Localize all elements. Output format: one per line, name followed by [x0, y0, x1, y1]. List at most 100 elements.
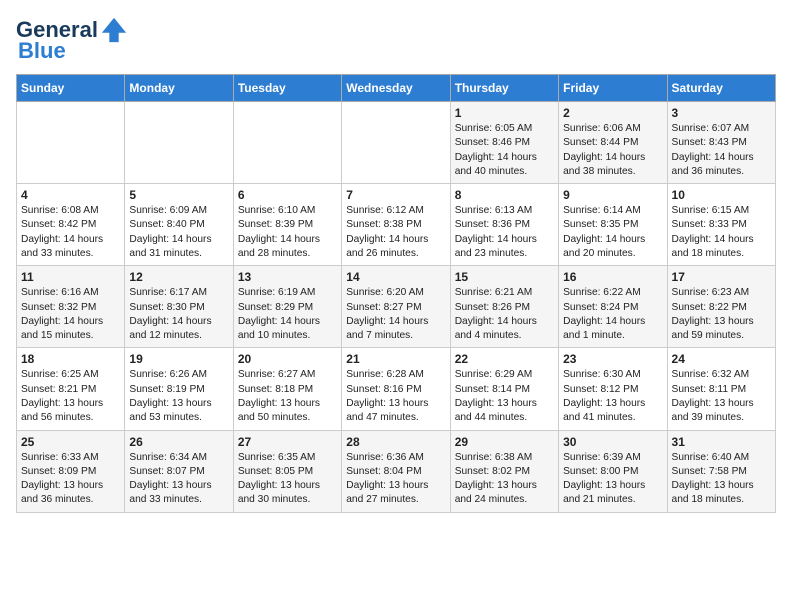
- col-header-monday: Monday: [125, 75, 233, 102]
- calendar-cell: 14 Sunrise: 6:20 AM Sunset: 8:27 PM Dayli…: [342, 266, 450, 348]
- day-number: 22: [455, 352, 554, 366]
- day-info: Sunrise: 6:15 AM Sunset: 8:33 PM Dayligh…: [672, 204, 771, 261]
- col-header-saturday: Saturday: [667, 75, 775, 102]
- day-number: 3: [672, 106, 771, 120]
- day-info: Sunrise: 6:35 AM Sunset: 8:05 PM Dayligh…: [238, 451, 337, 508]
- day-number: 21: [346, 352, 445, 366]
- calendar-cell: 8 Sunrise: 6:13 AM Sunset: 8:36 PM Daylig…: [450, 184, 558, 266]
- day-info: Sunrise: 6:27 AM Sunset: 8:18 PM Dayligh…: [238, 368, 337, 425]
- day-number: 19: [129, 352, 228, 366]
- calendar-cell: 23 Sunrise: 6:30 AM Sunset: 8:12 PM Dayli…: [559, 348, 667, 430]
- day-number: 28: [346, 435, 445, 449]
- day-number: 4: [21, 188, 120, 202]
- calendar-cell: 3 Sunrise: 6:07 AM Sunset: 8:43 PM Daylig…: [667, 102, 775, 184]
- calendar-cell: 15 Sunrise: 6:21 AM Sunset: 8:26 PM Dayli…: [450, 266, 558, 348]
- calendar-cell: 16 Sunrise: 6:22 AM Sunset: 8:24 PM Dayli…: [559, 266, 667, 348]
- logo-icon: [100, 16, 128, 44]
- day-info: Sunrise: 6:07 AM Sunset: 8:43 PM Dayligh…: [672, 122, 771, 179]
- day-number: 18: [21, 352, 120, 366]
- day-info: Sunrise: 6:40 AM Sunset: 7:58 PM Dayligh…: [672, 451, 771, 508]
- calendar-cell: 1 Sunrise: 6:05 AM Sunset: 8:46 PM Daylig…: [450, 102, 558, 184]
- day-number: 23: [563, 352, 662, 366]
- day-info: Sunrise: 6:12 AM Sunset: 8:38 PM Dayligh…: [346, 204, 445, 261]
- logo: General Blue: [16, 16, 128, 64]
- day-number: 2: [563, 106, 662, 120]
- day-number: 14: [346, 270, 445, 284]
- col-header-sunday: Sunday: [17, 75, 125, 102]
- day-info: Sunrise: 6:25 AM Sunset: 8:21 PM Dayligh…: [21, 368, 120, 425]
- day-number: 24: [672, 352, 771, 366]
- col-header-thursday: Thursday: [450, 75, 558, 102]
- calendar-cell: 2 Sunrise: 6:06 AM Sunset: 8:44 PM Daylig…: [559, 102, 667, 184]
- day-info: Sunrise: 6:39 AM Sunset: 8:00 PM Dayligh…: [563, 451, 662, 508]
- day-info: Sunrise: 6:22 AM Sunset: 8:24 PM Dayligh…: [563, 286, 662, 343]
- day-number: 15: [455, 270, 554, 284]
- calendar-cell: 19Sunrise: 6:26 AM Sunset: 8:19 PM Dayli…: [125, 348, 233, 430]
- calendar-cell: 12 Sunrise: 6:17 AM Sunset: 8:30 PM Dayli…: [125, 266, 233, 348]
- day-number: 16: [563, 270, 662, 284]
- day-info: Sunrise: 6:30 AM Sunset: 8:12 PM Dayligh…: [563, 368, 662, 425]
- calendar-week-row: 1 Sunrise: 6:05 AM Sunset: 8:46 PM Daylig…: [17, 102, 776, 184]
- calendar-cell: [125, 102, 233, 184]
- calendar-cell: 30 Sunrise: 6:39 AM Sunset: 8:00 PM Dayli…: [559, 430, 667, 512]
- calendar-cell: 25 Sunrise: 6:33 AM Sunset: 8:09 PM Dayli…: [17, 430, 125, 512]
- calendar-cell: [233, 102, 341, 184]
- day-info: Sunrise: 6:28 AM Sunset: 8:16 PM Dayligh…: [346, 368, 445, 425]
- calendar-cell: 17Sunrise: 6:23 AM Sunset: 8:22 PM Dayli…: [667, 266, 775, 348]
- calendar-cell: 6Sunrise: 6:10 AM Sunset: 8:39 PM Daylig…: [233, 184, 341, 266]
- page-header: General Blue: [16, 16, 776, 64]
- calendar-cell: 18 Sunrise: 6:25 AM Sunset: 8:21 PM Dayli…: [17, 348, 125, 430]
- day-info: Sunrise: 6:14 AM Sunset: 8:35 PM Dayligh…: [563, 204, 662, 261]
- calendar-week-row: 4 Sunrise: 6:08 AM Sunset: 8:42 PM Daylig…: [17, 184, 776, 266]
- day-number: 31: [672, 435, 771, 449]
- day-number: 26: [129, 435, 228, 449]
- col-header-friday: Friday: [559, 75, 667, 102]
- calendar-cell: 4 Sunrise: 6:08 AM Sunset: 8:42 PM Daylig…: [17, 184, 125, 266]
- calendar-cell: 31 Sunrise: 6:40 AM Sunset: 7:58 PM Dayli…: [667, 430, 775, 512]
- day-info: Sunrise: 6:09 AM Sunset: 8:40 PM Dayligh…: [129, 204, 228, 261]
- day-info: Sunrise: 6:29 AM Sunset: 8:14 PM Dayligh…: [455, 368, 554, 425]
- day-info: Sunrise: 6:08 AM Sunset: 8:42 PM Dayligh…: [21, 204, 120, 261]
- calendar-header-row: SundayMondayTuesdayWednesdayThursdayFrid…: [17, 75, 776, 102]
- day-info: Sunrise: 6:33 AM Sunset: 8:09 PM Dayligh…: [21, 451, 120, 508]
- day-number: 13: [238, 270, 337, 284]
- day-info: Sunrise: 6:05 AM Sunset: 8:46 PM Dayligh…: [455, 122, 554, 179]
- day-info: Sunrise: 6:21 AM Sunset: 8:26 PM Dayligh…: [455, 286, 554, 343]
- day-number: 5: [129, 188, 228, 202]
- day-number: 20: [238, 352, 337, 366]
- day-info: Sunrise: 6:06 AM Sunset: 8:44 PM Dayligh…: [563, 122, 662, 179]
- day-number: 30: [563, 435, 662, 449]
- calendar-cell: 29 Sunrise: 6:38 AM Sunset: 8:02 PM Dayli…: [450, 430, 558, 512]
- calendar-cell: 21 Sunrise: 6:28 AM Sunset: 8:16 PM Dayli…: [342, 348, 450, 430]
- day-number: 11: [21, 270, 120, 284]
- calendar-week-row: 25 Sunrise: 6:33 AM Sunset: 8:09 PM Dayli…: [17, 430, 776, 512]
- day-number: 27: [238, 435, 337, 449]
- day-info: Sunrise: 6:10 AM Sunset: 8:39 PM Dayligh…: [238, 204, 337, 261]
- day-number: 29: [455, 435, 554, 449]
- calendar-cell: 5 Sunrise: 6:09 AM Sunset: 8:40 PM Daylig…: [125, 184, 233, 266]
- day-info: Sunrise: 6:13 AM Sunset: 8:36 PM Dayligh…: [455, 204, 554, 261]
- calendar-cell: 24Sunrise: 6:32 AM Sunset: 8:11 PM Dayli…: [667, 348, 775, 430]
- day-number: 25: [21, 435, 120, 449]
- day-info: Sunrise: 6:17 AM Sunset: 8:30 PM Dayligh…: [129, 286, 228, 343]
- day-info: Sunrise: 6:20 AM Sunset: 8:27 PM Dayligh…: [346, 286, 445, 343]
- calendar-cell: [342, 102, 450, 184]
- day-info: Sunrise: 6:38 AM Sunset: 8:02 PM Dayligh…: [455, 451, 554, 508]
- col-header-wednesday: Wednesday: [342, 75, 450, 102]
- day-number: 1: [455, 106, 554, 120]
- calendar-cell: 22 Sunrise: 6:29 AM Sunset: 8:14 PM Dayli…: [450, 348, 558, 430]
- day-info: Sunrise: 6:36 AM Sunset: 8:04 PM Dayligh…: [346, 451, 445, 508]
- day-info: Sunrise: 6:16 AM Sunset: 8:32 PM Dayligh…: [21, 286, 120, 343]
- calendar-cell: 26 Sunrise: 6:34 AM Sunset: 8:07 PM Dayli…: [125, 430, 233, 512]
- calendar-week-row: 11 Sunrise: 6:16 AM Sunset: 8:32 PM Dayli…: [17, 266, 776, 348]
- calendar-table: SundayMondayTuesdayWednesdayThursdayFrid…: [16, 74, 776, 513]
- day-number: 10: [672, 188, 771, 202]
- day-number: 8: [455, 188, 554, 202]
- calendar-cell: 27 Sunrise: 6:35 AM Sunset: 8:05 PM Dayli…: [233, 430, 341, 512]
- day-number: 12: [129, 270, 228, 284]
- day-info: Sunrise: 6:34 AM Sunset: 8:07 PM Dayligh…: [129, 451, 228, 508]
- day-info: Sunrise: 6:19 AM Sunset: 8:29 PM Dayligh…: [238, 286, 337, 343]
- calendar-cell: 11 Sunrise: 6:16 AM Sunset: 8:32 PM Dayli…: [17, 266, 125, 348]
- day-number: 9: [563, 188, 662, 202]
- calendar-cell: 9 Sunrise: 6:14 AM Sunset: 8:35 PM Daylig…: [559, 184, 667, 266]
